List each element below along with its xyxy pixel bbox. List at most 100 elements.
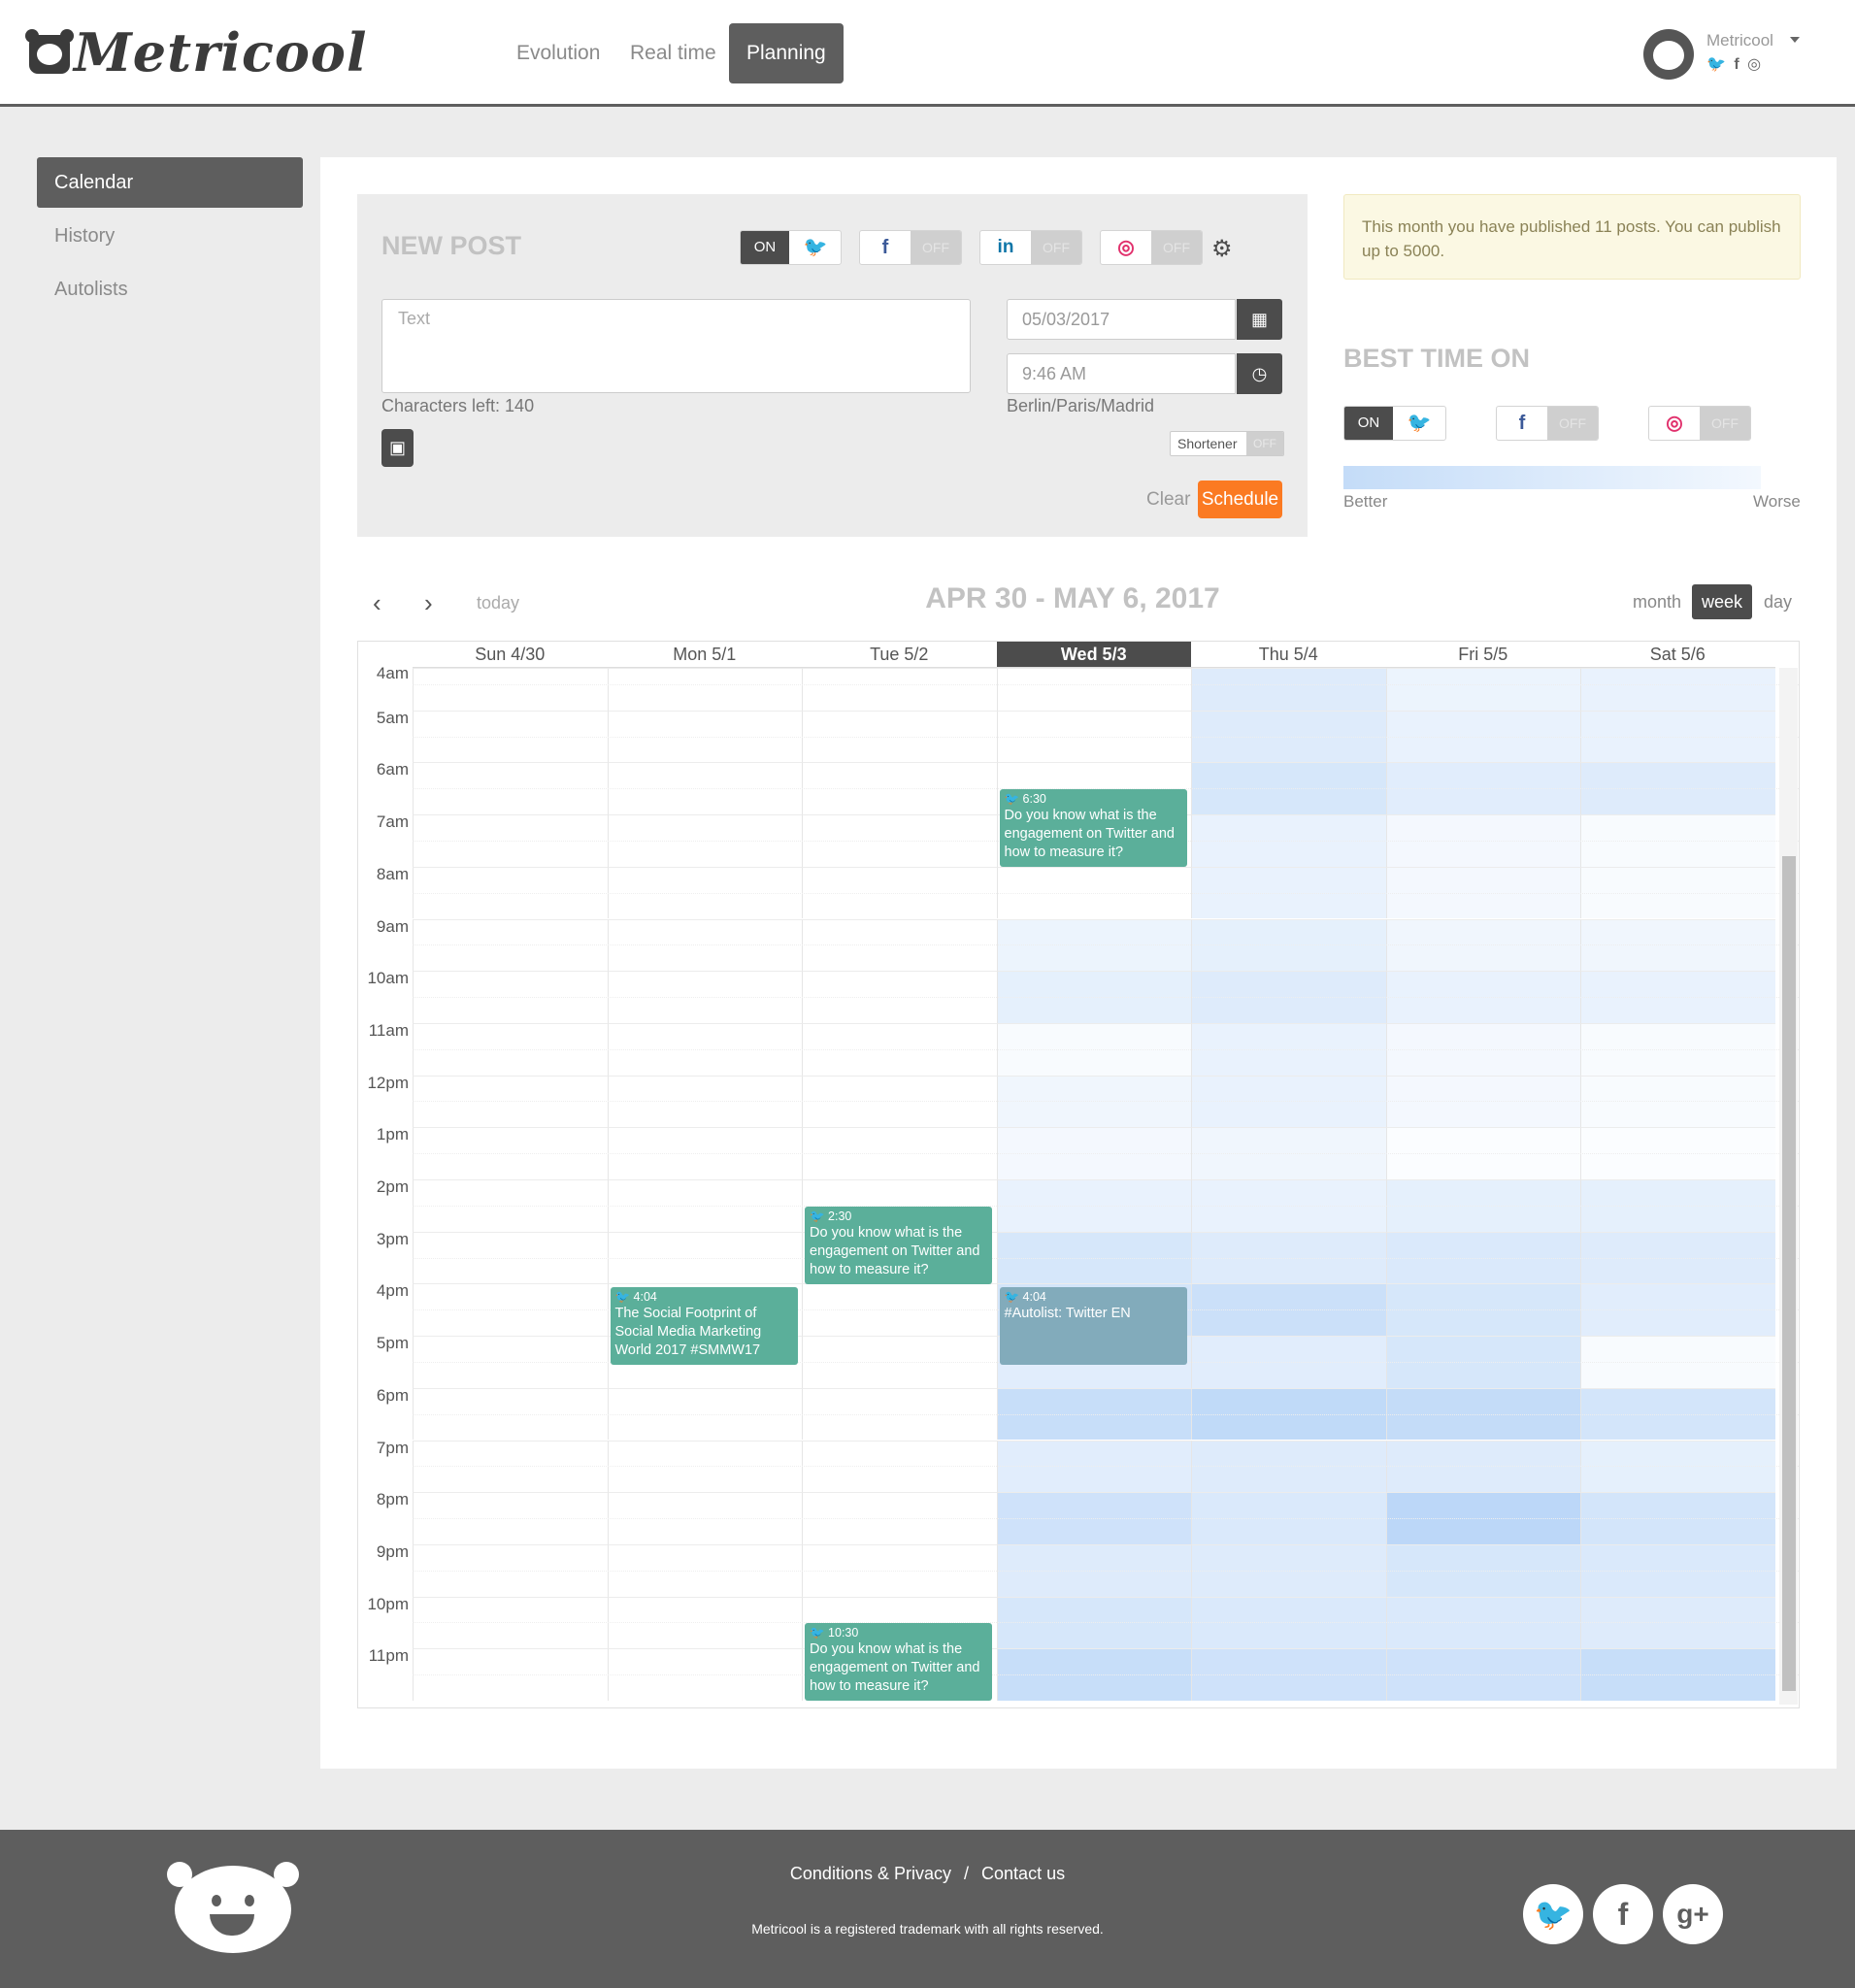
instagram-icon: ◎ bbox=[1747, 56, 1764, 73]
nav-real-time[interactable]: Real time bbox=[613, 23, 734, 83]
time-input[interactable]: 9:46 AM bbox=[1007, 353, 1236, 394]
calendar-range-title: APR 30 - MAY 6, 2017 bbox=[925, 582, 1220, 614]
day-column-header[interactable]: Thu 5/4 bbox=[1191, 642, 1386, 668]
sidebar-item-history[interactable]: History bbox=[37, 211, 303, 261]
day-column-header[interactable]: Mon 5/1 bbox=[607, 642, 802, 668]
worse-label: Worse bbox=[1753, 492, 1801, 511]
metricool-logo-icon[interactable] bbox=[25, 29, 74, 74]
half-hour-line bbox=[413, 1153, 1799, 1155]
event-text: Do you know what is the engagement on Tw… bbox=[810, 1641, 980, 1695]
twitter-toggle[interactable]: ON 🐦 bbox=[740, 230, 842, 265]
today-button[interactable]: today bbox=[477, 593, 519, 613]
post-text-input[interactable]: Text bbox=[381, 299, 971, 393]
day-column-header[interactable]: Wed 5/3 bbox=[996, 642, 1191, 668]
half-hour-line bbox=[413, 944, 1799, 946]
scheduled-post-event[interactable]: 🐦 2:30 Do you know what is the engagement… bbox=[805, 1206, 992, 1284]
calendar-time-slot[interactable] bbox=[413, 668, 608, 711]
hour-label: 11am bbox=[368, 1020, 409, 1040]
linkedin-icon: in bbox=[997, 237, 1014, 257]
day-column-header[interactable]: Tue 5/2 bbox=[802, 642, 997, 668]
scheduled-post-event[interactable]: 🐦 6:30 Do you know what is the engagement… bbox=[999, 789, 1187, 868]
account-dropdown-caret-icon[interactable] bbox=[1790, 37, 1800, 43]
day-column-header[interactable]: Sat 5/6 bbox=[1580, 642, 1775, 668]
toggle-off-label: OFF bbox=[1246, 432, 1283, 455]
calendar-time-slot[interactable] bbox=[1385, 668, 1580, 711]
hour-label: 10am bbox=[367, 969, 409, 988]
half-hour-line bbox=[413, 1622, 1799, 1624]
twitter-icon: 🐦 bbox=[803, 237, 828, 258]
event-text: Do you know what is the engagement on Tw… bbox=[810, 1224, 980, 1277]
hour-label: 2pm bbox=[376, 1177, 409, 1196]
event-time: 4:04 bbox=[633, 1289, 657, 1304]
event-text: Do you know what is the engagement on Tw… bbox=[1004, 808, 1175, 861]
day-column-header[interactable]: Sun 4/30 bbox=[413, 642, 608, 668]
calendar-time-slot[interactable] bbox=[996, 668, 1191, 711]
brand-logo-text[interactable]: Metricool bbox=[74, 21, 367, 83]
account-avatar[interactable] bbox=[1643, 29, 1694, 80]
scheduled-post-event[interactable]: 🐦 4:04 The Social Footprint of Social Med… bbox=[610, 1286, 798, 1365]
twitter-icon: 🐦 bbox=[614, 1289, 634, 1304]
twitter-social-icon[interactable]: 🐦 bbox=[1523, 1884, 1583, 1944]
best-time-twitter-toggle[interactable]: ON 🐦 bbox=[1343, 406, 1446, 441]
twitter-icon: 🐦 bbox=[1004, 792, 1023, 807]
schedule-button[interactable]: Schedule bbox=[1198, 480, 1282, 518]
facebook-toggle[interactable]: f OFF bbox=[859, 230, 962, 265]
calendar-time-slot[interactable] bbox=[1580, 668, 1775, 711]
image-icon: ▣ bbox=[388, 438, 406, 457]
half-hour-line bbox=[413, 1466, 1799, 1468]
best-time-facebook-toggle[interactable]: f OFF bbox=[1496, 406, 1599, 441]
calendar-time-slot[interactable] bbox=[607, 668, 802, 711]
scheduled-post-event[interactable]: 🐦 10:30 Do you know what is the engagemen… bbox=[805, 1623, 992, 1702]
nav-planning[interactable]: Planning bbox=[729, 23, 844, 83]
calendar-time-slot[interactable] bbox=[1191, 668, 1386, 711]
toggle-off-label: OFF bbox=[1700, 407, 1750, 440]
contact-us-link[interactable]: Contact us bbox=[981, 1864, 1065, 1883]
next-week-chevron-icon[interactable]: › bbox=[424, 588, 433, 618]
account-name[interactable]: Metricool bbox=[1706, 31, 1773, 50]
hour-label: 12pm bbox=[367, 1073, 409, 1092]
conditions-privacy-link[interactable]: Conditions & Privacy bbox=[790, 1864, 951, 1883]
half-hour-line bbox=[413, 1518, 1799, 1520]
add-image-button[interactable]: ▣ bbox=[381, 429, 414, 467]
day-column-header[interactable]: Fri 5/5 bbox=[1385, 642, 1580, 668]
view-month-button[interactable]: month bbox=[1623, 584, 1691, 619]
linkedin-toggle[interactable]: in OFF bbox=[979, 230, 1082, 265]
better-label: Better bbox=[1343, 492, 1388, 511]
toggle-off-label: OFF bbox=[911, 231, 961, 264]
nav-evolution[interactable]: Evolution bbox=[499, 23, 617, 83]
toggle-off-label: OFF bbox=[1547, 407, 1598, 440]
hour-label: 5am bbox=[376, 708, 409, 727]
calendar-time-slot[interactable] bbox=[802, 668, 997, 711]
twitter-icon: 🐦 bbox=[810, 1209, 829, 1223]
sidebar-item-calendar[interactable]: Calendar bbox=[37, 157, 303, 208]
calendar-scrollbar-thumb[interactable] bbox=[1782, 856, 1796, 1691]
best-time-instagram-toggle[interactable]: ◎ OFF bbox=[1648, 406, 1751, 441]
half-hour-line bbox=[413, 892, 1799, 894]
settings-gear-icon[interactable]: ⚙ bbox=[1211, 235, 1233, 263]
view-day-button[interactable]: day bbox=[1754, 584, 1802, 619]
sidebar-item-autolists[interactable]: Autolists bbox=[37, 264, 303, 315]
shortener-toggle[interactable]: Shortener OFF bbox=[1170, 431, 1284, 456]
view-week-button[interactable]: week bbox=[1692, 584, 1753, 619]
google-plus-social-icon[interactable]: g+ bbox=[1663, 1884, 1723, 1944]
clear-button[interactable]: Clear bbox=[1146, 489, 1190, 511]
hour-label: 6am bbox=[376, 760, 409, 779]
half-hour-line bbox=[413, 1205, 1799, 1207]
half-hour-line bbox=[413, 1413, 1799, 1415]
toggle-off-label: OFF bbox=[1151, 231, 1202, 264]
time-picker-button[interactable]: ◷ bbox=[1237, 353, 1282, 394]
hour-label: 11pm bbox=[368, 1646, 409, 1666]
toggle-on-label: ON bbox=[1344, 407, 1393, 440]
calendar-picker-button[interactable]: ▦ bbox=[1237, 299, 1282, 340]
half-hour-line bbox=[413, 736, 1799, 738]
posts-limit-notice: This month you have published 11 posts. … bbox=[1343, 194, 1801, 280]
scheduled-post-event[interactable]: 🐦 4:04 #Autolist: Twitter EN bbox=[999, 1286, 1187, 1365]
top-header: Metricool Evolution Real time Planning M… bbox=[0, 0, 1855, 107]
calendar-icon: ▦ bbox=[1250, 310, 1268, 329]
clock-icon: ◷ bbox=[1251, 364, 1268, 383]
account-networks-icons: 🐦 f ◎ bbox=[1706, 54, 1763, 74]
instagram-toggle[interactable]: ◎ OFF bbox=[1100, 230, 1203, 265]
facebook-social-icon[interactable]: f bbox=[1593, 1884, 1653, 1944]
prev-week-chevron-icon[interactable]: ‹ bbox=[373, 588, 381, 618]
date-input[interactable]: 05/03/2017 bbox=[1007, 299, 1236, 340]
